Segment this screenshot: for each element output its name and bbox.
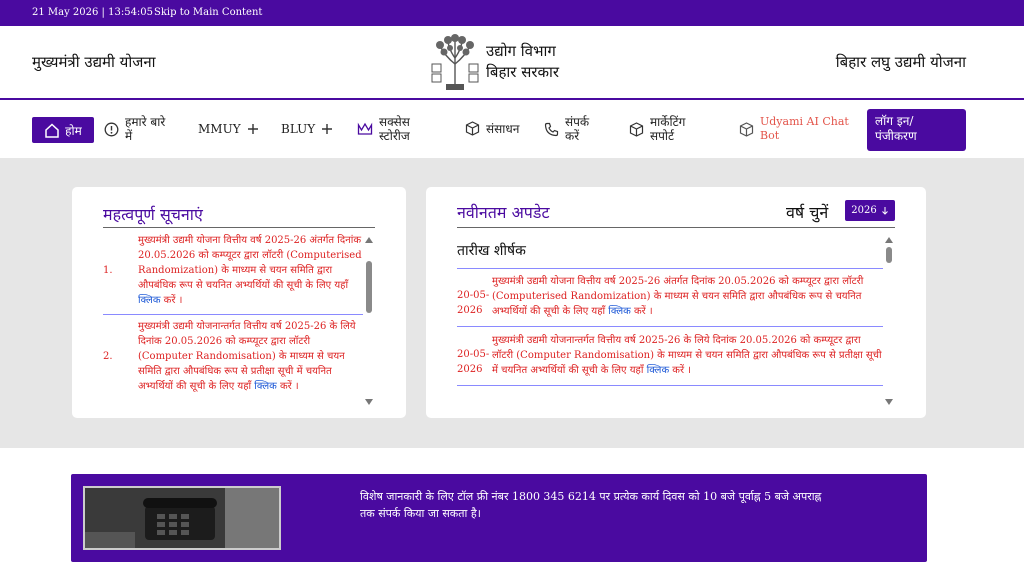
notice-number: 2. <box>103 351 113 362</box>
table-row: 20-05-2026 मुख्यमंत्री उद्यमी योजना वित्… <box>457 272 883 323</box>
nav-about[interactable]: हमारे बारे में <box>104 115 176 143</box>
bihar-emblem-icon <box>431 34 479 90</box>
update-click-link[interactable]: क्लिक <box>608 306 631 317</box>
nav-bluy-label: BLUY <box>281 122 316 136</box>
notice-tail: करें । <box>276 381 299 392</box>
update-date: 20-05-2026 <box>457 349 490 375</box>
cube-icon <box>739 121 754 137</box>
update-text: मुख्यमंत्री उद्यमी योजना वित्तीय वर्ष 20… <box>492 274 883 319</box>
scroll-down-icon[interactable] <box>365 399 373 405</box>
notices-title-divider <box>103 227 375 228</box>
year-select-dropdown[interactable]: 2026 <box>845 200 895 221</box>
scheme-title-right[interactable]: बिहार लघु उद्यमी योजना <box>836 52 966 72</box>
info-icon <box>104 122 119 136</box>
scroll-down-icon[interactable] <box>885 399 893 405</box>
list-item: 1. मुख्यमंत्री उद्यमी योजना वित्तीय वर्ष… <box>103 233 363 312</box>
updates-title: नवीनतम अपडेट <box>457 203 550 222</box>
notice-number: 1. <box>103 265 113 276</box>
crown-icon <box>357 122 373 135</box>
helpline-telephone-image <box>83 486 281 550</box>
skip-to-content-link[interactable]: Skip to Main Content <box>154 7 262 18</box>
scrollbar-thumb[interactable] <box>886 247 892 263</box>
helpline-banner: विशेष जानकारी के लिए टॉल फ्री नंबर 1800 … <box>71 474 927 562</box>
top-bar: 21 May 2026 | 13:54:05 Skip to Main Cont… <box>0 0 1024 26</box>
update-text: मुख्यमंत्री उद्यमी योजनान्तर्गत वित्तीय … <box>492 333 883 378</box>
nav-marketing-support[interactable]: मार्केटिंग सपोर्ट <box>629 115 711 143</box>
list-item: 2. मुख्यमंत्री उद्यमी योजनान्तर्गत वित्त… <box>103 319 363 398</box>
notice-text: मुख्यमंत्री उद्यमी योजनान्तर्गत वित्तीय … <box>138 319 363 394</box>
notice-body: मुख्यमंत्री उद्यमी योजना वित्तीय वर्ष 20… <box>138 235 362 291</box>
notice-text: मुख्यमंत्री उद्यमी योजना वित्तीय वर्ष 20… <box>138 233 363 308</box>
nav-contact[interactable]: संपर्क करें <box>544 115 602 143</box>
login-register-button[interactable]: लॉग इन/ पंजीकरण <box>867 109 966 151</box>
nav-marketing-label: मार्केटिंग सपोर्ट <box>650 115 686 143</box>
department-line-1: उद्योग विभाग <box>486 42 556 60</box>
updates-title-divider <box>457 227 895 228</box>
notice-body: मुख्यमंत्री उद्यमी योजनान्तर्गत वित्तीय … <box>138 321 356 392</box>
nav-about-label: हमारे बारे में <box>125 115 166 143</box>
update-divider <box>457 385 883 386</box>
nav-mmuy-label: MMUY <box>198 122 241 136</box>
updates-scrollbar[interactable] <box>885 237 893 405</box>
table-row: 20-05-2026 मुख्यमंत्री उद्यमी योजनान्तर्… <box>457 331 883 382</box>
latest-updates-card: नवीनतम अपडेट वर्ष चुनें 2026 तारीख शीर्ष… <box>426 187 926 418</box>
cube-icon <box>465 121 480 136</box>
department-line-2: बिहार सरकार <box>486 63 560 81</box>
scheme-title-left[interactable]: मुख्यमंत्री उद्यमी योजना <box>32 52 156 72</box>
nav-home-button[interactable]: होम <box>32 117 94 143</box>
update-tail: करें । <box>669 365 692 376</box>
notices-title: महत्वपूर्ण सूचनाएं <box>103 205 203 224</box>
main-nav: होम हमारे बारे में MMUY BLUY सक्सेस स्टो… <box>0 100 1024 158</box>
telephone-icon <box>85 488 279 548</box>
arrow-down-icon <box>881 207 888 215</box>
notice-click-link[interactable]: क्लिक <box>254 381 277 392</box>
nav-mmuy[interactable]: MMUY <box>198 122 259 136</box>
nav-bluy[interactable]: BLUY <box>281 122 333 136</box>
update-tail: करें । <box>630 306 653 317</box>
cube-icon <box>629 121 644 137</box>
year-select-label: वर्ष चुनें <box>786 203 829 222</box>
nav-success-stories-label: सक्सेस स्टोरीज <box>379 115 410 143</box>
updates-list[interactable]: 20-05-2026 मुख्यमंत्री उद्यमी योजना वित्… <box>457 272 883 407</box>
department-name: उद्योग विभाग बिहार सरकार <box>486 41 559 83</box>
nav-success-stories[interactable]: सक्सेस स्टोरीज <box>357 115 427 143</box>
notices-scrollbar[interactable] <box>365 237 373 405</box>
scroll-up-icon[interactable] <box>365 237 373 243</box>
plus-icon <box>322 124 333 134</box>
notice-click-link[interactable]: क्लिक <box>138 295 161 306</box>
nav-ai-chatbot[interactable]: Udyami AI Chat Bot <box>739 115 851 143</box>
nav-contact-label: संपर्क करें <box>565 115 590 143</box>
notice-tail: करें । <box>160 295 183 306</box>
phone-icon <box>544 122 559 136</box>
notice-divider <box>103 314 363 315</box>
nav-resources-label: संसाधन <box>486 121 520 136</box>
update-date: 20-05-2026 <box>457 290 490 316</box>
plus-icon <box>247 124 258 134</box>
important-notices-card: महत्वपूर्ण सूचनाएं 1. मुख्यमंत्री उद्यमी… <box>72 187 406 418</box>
update-body: मुख्यमंत्री उद्यमी योजना वित्तीय वर्ष 20… <box>492 276 864 317</box>
update-click-link[interactable]: क्लिक <box>647 365 670 376</box>
site-header: मुख्यमंत्री उद्यमी योजना उद्योग विभाग बि… <box>0 26 1024 98</box>
nav-chatbot-label: Udyami AI Chat Bot <box>760 115 849 142</box>
scroll-up-icon[interactable] <box>885 237 893 243</box>
helpline-text: विशेष जानकारी के लिए टॉल फ्री नंबर 1800 … <box>360 490 822 520</box>
nav-home-label: होम <box>65 123 82 138</box>
year-select-value: 2026 <box>851 205 877 216</box>
update-divider <box>457 326 883 327</box>
updates-header-divider <box>457 268 883 269</box>
home-icon <box>45 122 59 138</box>
updates-table-header: तारीख शीर्षक <box>457 243 526 259</box>
scrollbar-thumb[interactable] <box>366 261 372 313</box>
nav-resources[interactable]: संसाधन <box>465 121 519 136</box>
notices-list[interactable]: 1. मुख्यमंत्री उद्यमी योजना वित्तीय वर्ष… <box>103 233 363 401</box>
date-time: 21 May 2026 | 13:54:05 <box>32 7 154 18</box>
